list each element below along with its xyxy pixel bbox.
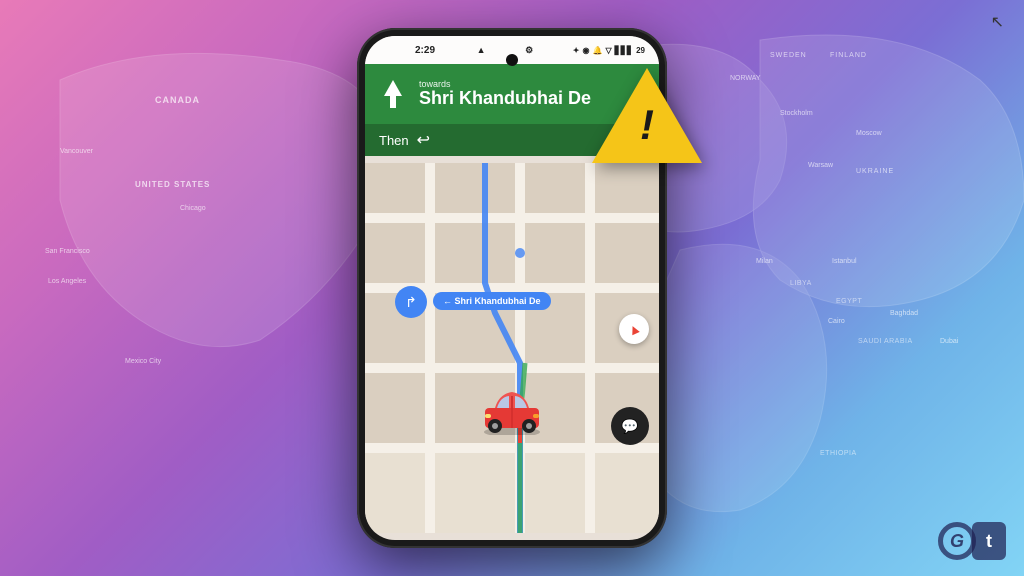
label-san-francisco: San Francisco [45, 248, 90, 255]
label-saudi-arabia: SAUDI ARABIA [858, 338, 913, 345]
status-icons: ✦ ◉ 🔔 ▽ ▋▋▋ 29 [573, 46, 645, 55]
label-vancouver: Vancouver [60, 148, 93, 155]
turn-bubble: ↱ [395, 286, 427, 318]
gt-g-letter: G [938, 522, 976, 560]
street-map-svg [365, 156, 659, 540]
compass-needle: ▲ [624, 319, 643, 339]
street-name-label: ← Shri Khandubhai De [433, 292, 551, 310]
notifications-icon: 🔔 [592, 46, 602, 55]
label-norway: NORWAY [730, 75, 761, 82]
navigation-icon: ▲ [477, 45, 486, 55]
map-area: ↱ ← Shri Khandubhai De ▲ 💬 [365, 156, 659, 540]
label-ukraine: UKRAINE [856, 168, 894, 175]
label-chicago: Chicago [180, 205, 206, 212]
settings-icon: ⚙ [525, 45, 533, 56]
feedback-button[interactable]: 💬 [611, 407, 649, 445]
chat-icon: 💬 [621, 418, 638, 435]
camera-hole [506, 54, 518, 66]
label-finland: FINLAND [830, 52, 867, 59]
label-mexico-city: Mexico City [125, 358, 161, 365]
location-icon: ◉ [583, 46, 590, 55]
car-svg [477, 380, 547, 435]
label-los-angeles: Los Angeles [48, 278, 86, 285]
label-cairo: Cairo [828, 318, 845, 325]
nav-direction-arrow [379, 76, 407, 112]
bluetooth-icon: ✦ [573, 46, 580, 55]
compass-button[interactable]: ▲ [619, 314, 649, 344]
arrow-head [384, 80, 402, 96]
label-libya: LIBYA [790, 280, 812, 287]
label-united-states: UNITED STATES [135, 180, 210, 189]
triangle-shape: ! [592, 68, 702, 163]
gt-logo: G t [938, 522, 1006, 560]
label-baghdad: Baghdad [890, 310, 918, 317]
label-canada: CANADA [155, 95, 200, 105]
then-label: Then [379, 133, 409, 148]
status-time: 2:29 [415, 45, 435, 56]
label-moscow: Moscow [856, 130, 882, 137]
label-warsaw: Warsaw [808, 162, 833, 169]
warning-triangle: ! [592, 68, 702, 163]
label-istanbul: Istanbul [832, 258, 857, 265]
triangle-inner: ! [619, 90, 675, 160]
signal-icon: ▋▋▋ [615, 46, 633, 55]
label-dubai: Dubai [940, 338, 958, 345]
turn-icon: ↩ [417, 130, 430, 150]
label-ethiopia: ETHIOPIA [820, 450, 857, 457]
label-stockholm: Stockholm [780, 110, 813, 117]
wifi-icon: ▽ [605, 46, 611, 55]
car-illustration [477, 380, 547, 440]
turn-direction-icon: ↱ [405, 294, 417, 311]
battery-text: 29 [636, 46, 645, 55]
gt-t-letter: t [972, 522, 1006, 560]
label-egypt: EGYPT [836, 298, 862, 305]
label-sweden: SWEDEN [770, 52, 807, 59]
label-milan: Milan [756, 258, 773, 265]
arrow-shaft [390, 96, 396, 108]
cursor: ↖ [991, 12, 1004, 32]
exclamation-mark: ! [640, 104, 654, 146]
